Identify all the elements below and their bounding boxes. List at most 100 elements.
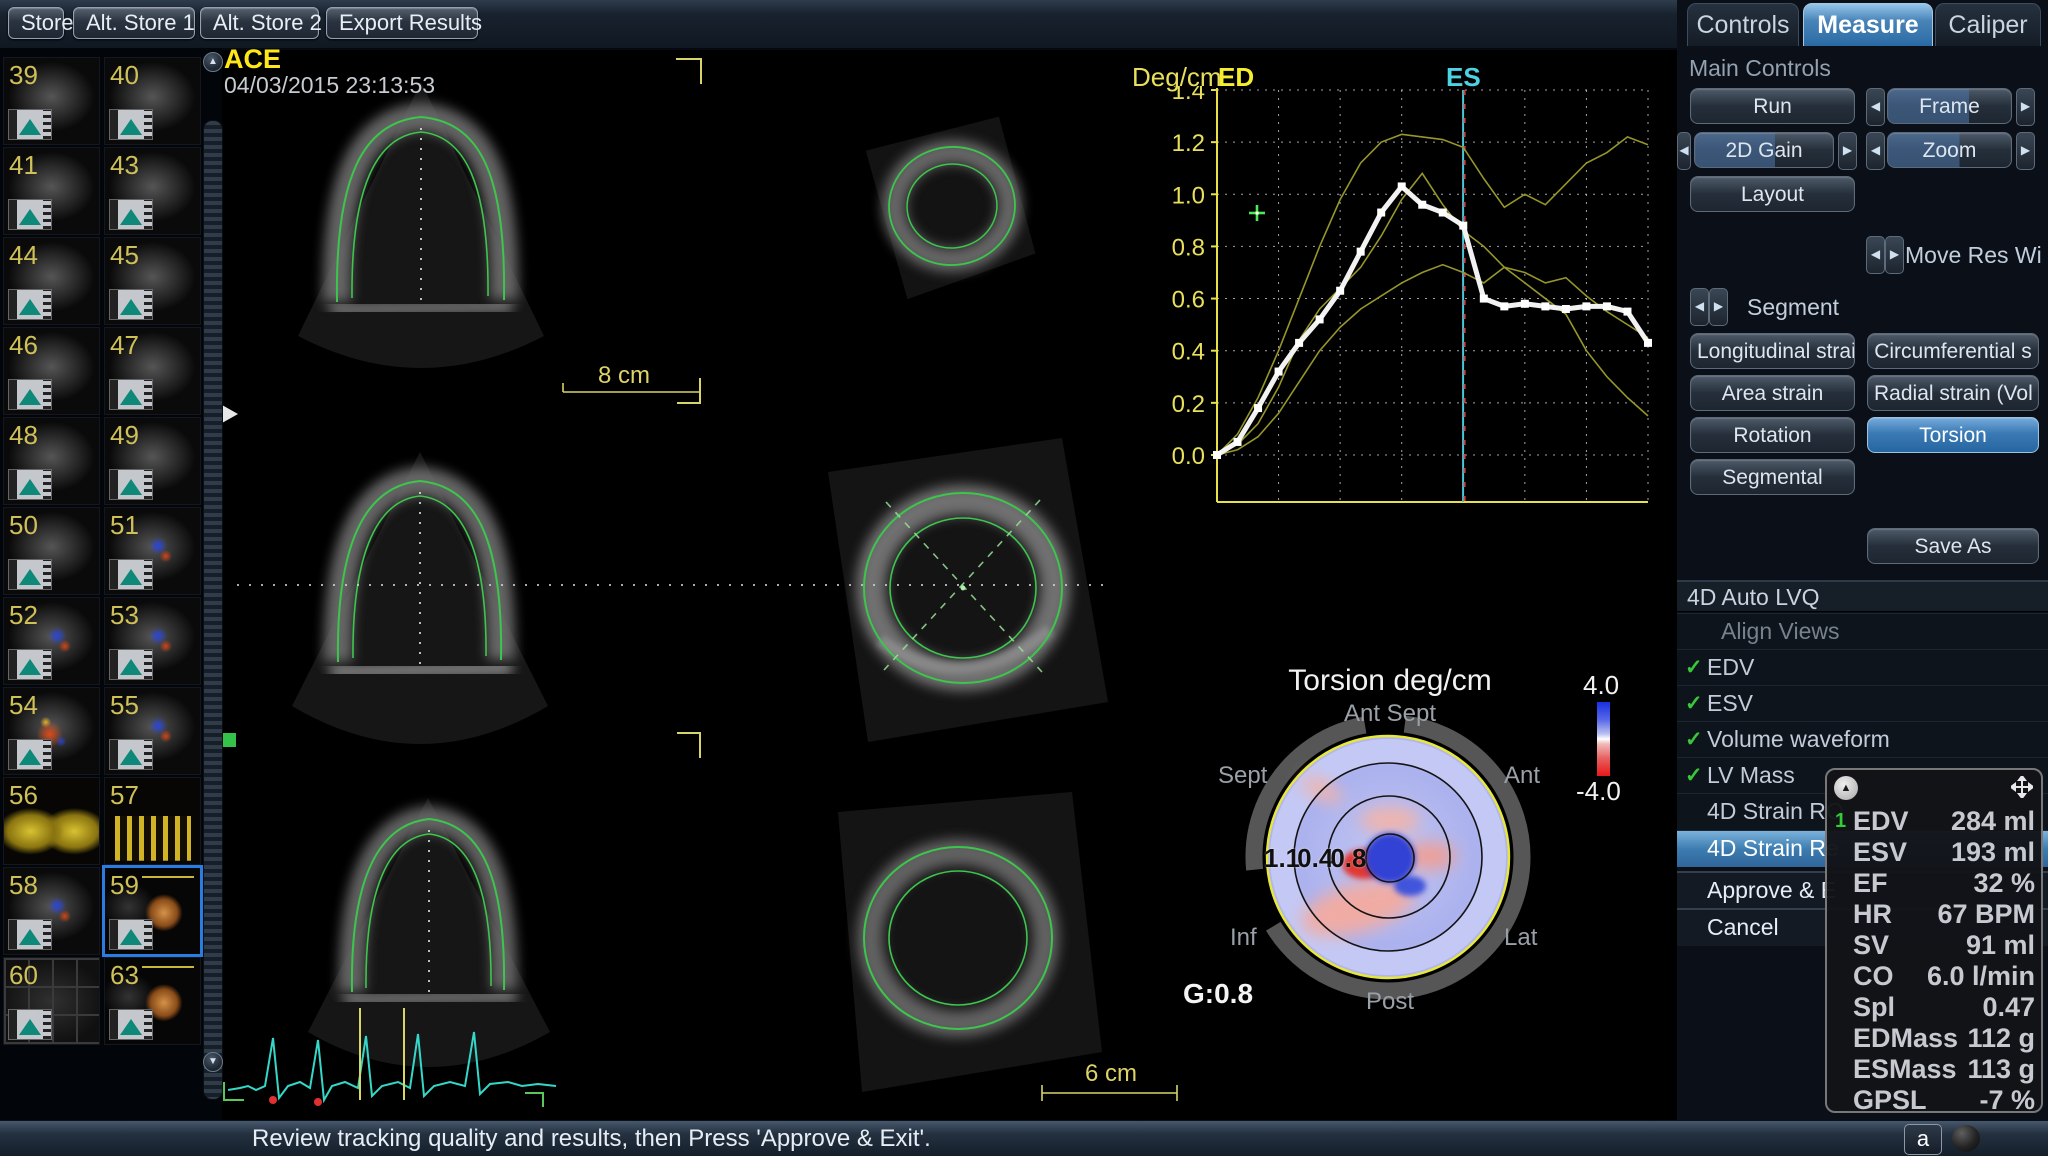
thumbnail-number: 47	[110, 330, 139, 360]
move-res-label: Move Res Wi	[1905, 242, 2042, 268]
circumferential-strain-button[interactable]: Circumferential s	[1867, 333, 2039, 369]
ace-label: ACE	[224, 44, 282, 74]
scrollbar-down-button[interactable]: ▼	[203, 1052, 223, 1072]
gain-down-icon[interactable]: ◀	[1677, 132, 1691, 170]
tab-measure[interactable]: Measure	[1803, 3, 1933, 46]
ring-value-2: 0.4	[1297, 843, 1334, 873]
thumbnail-number: 59	[110, 870, 139, 900]
thumbnail-54[interactable]: 54	[3, 687, 100, 775]
apical-view-3	[308, 798, 550, 1067]
tab-controls[interactable]: Controls	[1687, 3, 1799, 46]
cine-clip-icon	[8, 649, 52, 680]
bullseye-title: Torsion deg/cm	[1288, 664, 1492, 697]
thumbnail-56[interactable]: 56	[3, 777, 100, 865]
thumbnail-55[interactable]: 55	[104, 687, 201, 775]
thumbnail-number: 41	[9, 150, 38, 180]
segment-prev-icon[interactable]: ◀	[1690, 288, 1709, 326]
chart-unit-label: Deg/cm	[1132, 62, 1222, 92]
lvq-item-volume-waveform[interactable]: ✓ Volume waveform	[1677, 721, 2048, 758]
torsion-button[interactable]: Torsion	[1867, 417, 2039, 453]
svg-text:1.0: 1.0	[1172, 182, 1205, 209]
thumbnail-59[interactable]: 59	[102, 865, 203, 957]
thumbnail-53[interactable]: 53	[104, 597, 201, 685]
thumbnail-60[interactable]: 60	[3, 957, 100, 1045]
annotation-text-button[interactable]: a	[1904, 1124, 1942, 1155]
thumbnail-number: 57	[110, 780, 139, 810]
move-panel-icon[interactable]	[2011, 776, 2033, 798]
thumbnail-48[interactable]: 48	[3, 417, 100, 505]
svg-text:0.4: 0.4	[1172, 339, 1205, 366]
move-res-left-icon[interactable]: ◀	[1866, 236, 1885, 274]
thumbnail-number: 44	[9, 240, 38, 270]
scrollbar-up-button[interactable]: ▲	[203, 52, 223, 72]
rotation-button[interactable]: Rotation	[1690, 417, 1855, 453]
thumbnail-number: 39	[9, 60, 38, 90]
thumbnail-41[interactable]: 41	[3, 147, 100, 235]
move-res-right-icon[interactable]: ▶	[1885, 236, 1904, 274]
es-marker-label: ES	[1446, 62, 1481, 92]
thumbnail-39[interactable]: 39	[3, 57, 100, 145]
result-row-esmass: ESMass 113 g	[1853, 1054, 2035, 1084]
ring-value-1: 1.1	[1264, 843, 1301, 873]
lvq-item-align-views[interactable]: Align Views	[1677, 613, 2048, 650]
cine-clip-icon	[8, 1009, 52, 1040]
zoom-in-icon[interactable]: ▶	[2016, 132, 2035, 170]
thumbnail-43[interactable]: 43	[104, 147, 201, 235]
thumbnail-47[interactable]: 47	[104, 327, 201, 415]
save-as-button[interactable]: Save As	[1867, 528, 2039, 564]
layout-button[interactable]: Layout	[1690, 176, 1855, 212]
longitudinal-strain-button[interactable]: Longitudinal strai	[1690, 333, 1855, 369]
torsion-curve-chart: 0.00.20.40.60.81.01.21.4	[1172, 86, 1652, 503]
area-strain-button[interactable]: Area strain	[1690, 375, 1855, 411]
sax-view-3	[838, 792, 1102, 1092]
thumbnail-63[interactable]: 63	[104, 957, 201, 1045]
thumbnail-46[interactable]: 46	[3, 327, 100, 415]
lvq-item-esv[interactable]: ✓ ESV	[1677, 685, 2048, 722]
frame-next-icon[interactable]: ▶	[2016, 88, 2035, 126]
cine-clip-icon	[8, 379, 52, 410]
thumbnail-44[interactable]: 44	[3, 237, 100, 325]
result-row-gpsl: GPSL -7 %	[1853, 1085, 2035, 1115]
thumbnail-45[interactable]: 45	[104, 237, 201, 325]
thumbnail-58[interactable]: 58	[3, 867, 100, 955]
frame-prev-icon[interactable]: ◀	[1866, 88, 1885, 126]
thumbnail-40[interactable]: 40	[104, 57, 201, 145]
thumbnail-50[interactable]: 50	[3, 507, 100, 595]
thumbnail-52[interactable]: 52	[3, 597, 100, 685]
clip-thumbnail-sidebar: 39 40 41 43 44 45 46 47 48 49 50 51 52 5…	[0, 48, 223, 1120]
trackball-icon[interactable]	[1952, 1125, 1980, 1152]
lvq-section-header: 4D Auto LVQ	[1677, 580, 2048, 612]
svg-text:0.2: 0.2	[1172, 391, 1205, 418]
apical-view-2	[292, 452, 548, 744]
zoom-button[interactable]: Zoom	[1887, 132, 2012, 168]
segment-label: Segment	[1747, 294, 1840, 320]
collapse-panel-button[interactable]: ▲	[1834, 776, 1858, 800]
cine-clip-icon	[109, 919, 153, 950]
run-button[interactable]: Run	[1690, 88, 1855, 124]
cine-clip-icon	[109, 739, 153, 770]
zoom-out-icon[interactable]: ◀	[1866, 132, 1885, 170]
gain-button[interactable]: 2D Gain	[1694, 132, 1834, 168]
tab-caliper[interactable]: Caliper	[1935, 3, 2041, 46]
thumbnail-number: 60	[9, 960, 38, 990]
cine-clip-icon	[8, 469, 52, 500]
sax-view-1	[865, 116, 1036, 300]
thumbnail-57[interactable]: 57	[104, 777, 201, 865]
thumbnail-number: 52	[9, 600, 38, 630]
lvq-item-edv[interactable]: ✓ EDV	[1677, 649, 2048, 686]
segment-next-icon[interactable]: ▶	[1709, 288, 1728, 326]
scale-label-bottom: 6 cm	[1085, 1060, 1138, 1087]
thumbnail-49[interactable]: 49	[104, 417, 201, 505]
cine-clip-icon	[109, 559, 153, 590]
cine-clip-icon	[8, 289, 52, 320]
thumbnail-number: 58	[9, 870, 38, 900]
segmental-button[interactable]: Segmental	[1690, 459, 1855, 495]
result-row-hr: HR 67 BPM	[1853, 899, 2035, 929]
frame-button[interactable]: Frame	[1887, 88, 2012, 124]
gain-up-icon[interactable]: ▶	[1838, 132, 1857, 170]
thumbnail-51[interactable]: 51	[104, 507, 201, 595]
radial-strain-button[interactable]: Radial strain (Vol	[1867, 375, 2039, 411]
check-icon: ✓	[1685, 692, 1703, 715]
measurement-results-panel[interactable]: ▲ 1 EDV 284 ml ESV 193 ml EF 32 % HR 67 BPM …	[1825, 768, 2043, 1115]
thumbnail-scrollbar[interactable]	[203, 120, 223, 1100]
